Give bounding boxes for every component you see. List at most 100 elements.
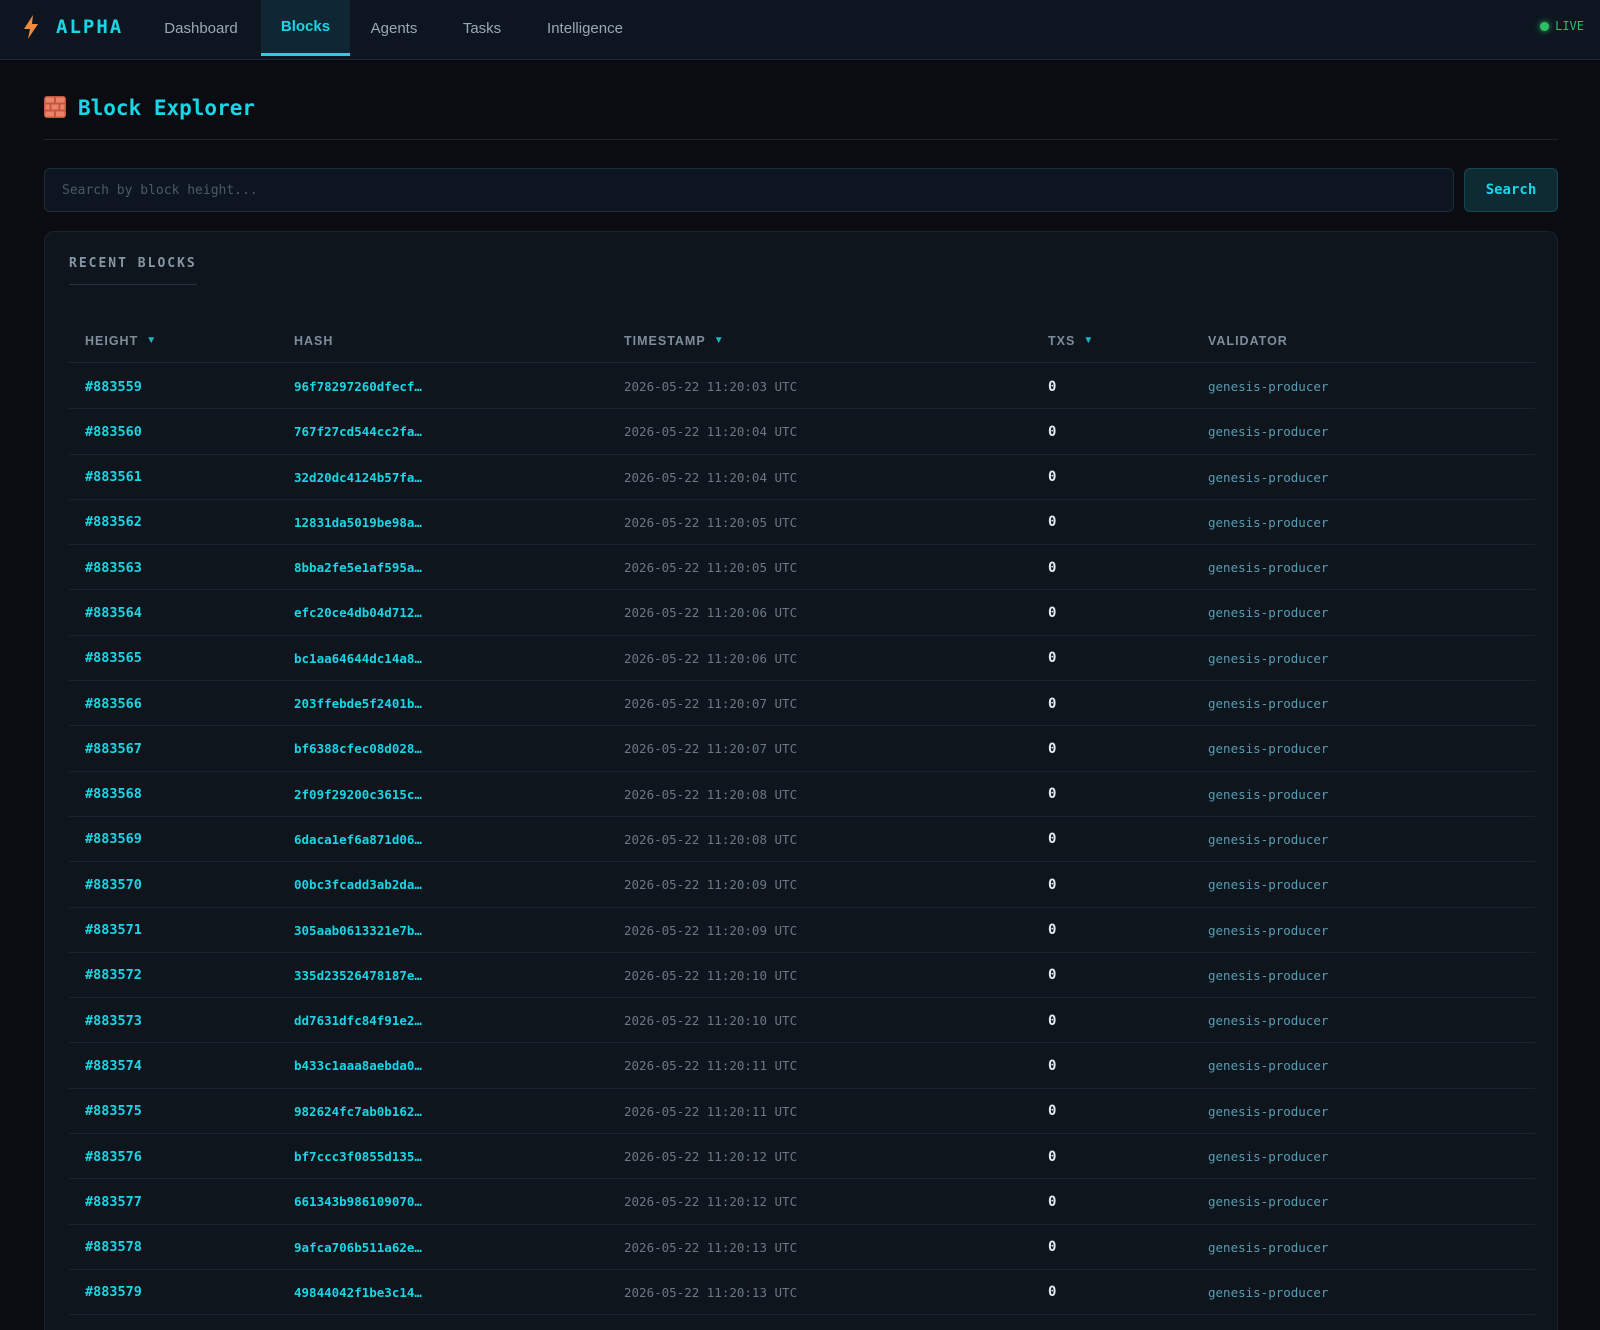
tab-intelligence[interactable]: Intelligence — [528, 0, 642, 56]
block-height-link[interactable]: #883560 — [85, 409, 142, 454]
block-validator: genesis-producer — [1208, 1058, 1329, 1074]
table-row[interactable]: #883562 12831da5019be98a… 2026-05-22 11:20… — [69, 500, 1535, 546]
block-tx-count: 0 — [1048, 1103, 1057, 1120]
block-hash-link[interactable]: 2f09f29200c3615c… — [294, 772, 422, 817]
brand[interactable]: ALPHA — [22, 0, 123, 54]
block-height-link[interactable]: #883579 — [85, 1270, 142, 1315]
column-header-height[interactable]: HEIGHT ▼ — [85, 318, 157, 363]
block-hash-link[interactable]: 49844042f1be3c14… — [294, 1270, 422, 1315]
block-timestamp: 2026-05-22 11:20:12 UTC — [624, 1149, 798, 1165]
table-row[interactable]: #883578 9afca706b511a62e… 2026-05-22 11:20… — [69, 1225, 1535, 1270]
block-hash-link[interactable]: 6daca1ef6a871d06… — [294, 817, 422, 862]
table-row[interactable]: #883577 661343b986109070… 2026-05-22 11:20… — [69, 1179, 1535, 1225]
block-hash-link[interactable]: bf6388cfec08d028… — [294, 726, 422, 771]
block-timestamp: 2026-05-22 11:20:06 UTC — [624, 650, 798, 666]
block-hash-link[interactable]: b433c1aaa8aebda0… — [294, 1043, 422, 1088]
table-row[interactable]: #883571 305aab0613321e7b… 2026-05-22 11:20… — [69, 908, 1535, 953]
table-row[interactable]: #883559 96f78297260dfecf… 2026-05-22 11:20… — [69, 364, 1535, 410]
block-height-link[interactable]: #883572 — [85, 953, 142, 998]
block-hash-link[interactable]: 00bc3fcadd3ab2da… — [294, 862, 422, 907]
table-row[interactable]: #883579 49844042f1be3c14… 2026-05-22 11:20… — [69, 1270, 1535, 1316]
block-hash-link[interactable]: 305aab0613321e7b… — [294, 908, 422, 953]
block-height-link[interactable]: #883561 — [85, 455, 142, 500]
table-row[interactable]: #883576 bf7ccc3f0855d135… 2026-05-22 11:20… — [69, 1134, 1535, 1180]
tab-blocks[interactable]: Blocks — [261, 0, 350, 56]
block-timestamp: 2026-05-22 11:20:13 UTC — [624, 1284, 798, 1300]
block-hash-link[interactable]: 767f27cd544cc2fa… — [294, 409, 422, 454]
block-hash-link[interactable]: 8bba2fe5e1af595a… — [294, 545, 422, 590]
block-timestamp: 2026-05-22 11:20:13 UTC — [624, 1239, 798, 1255]
table-row[interactable]: #883564 efc20ce4db04d712… 2026-05-22 11:20… — [69, 590, 1535, 636]
block-timestamp: 2026-05-22 11:20:10 UTC — [624, 967, 798, 983]
table-row[interactable]: #883570 00bc3fcadd3ab2da… 2026-05-22 11:20… — [69, 862, 1535, 908]
block-height-link[interactable]: #883564 — [85, 590, 142, 635]
block-tx-count: 0 — [1048, 469, 1057, 486]
table-row[interactable]: #883572 335d23526478187e… 2026-05-22 11:20… — [69, 953, 1535, 999]
block-hash-link[interactable]: 12831da5019be98a… — [294, 500, 422, 545]
table-row[interactable]: #883566 203ffebde5f2401b… 2026-05-22 11:20… — [69, 681, 1535, 727]
block-height-link[interactable]: #883559 — [85, 364, 142, 409]
block-height-link[interactable]: #883563 — [85, 545, 142, 590]
tab-dashboard[interactable]: Dashboard — [146, 0, 256, 56]
block-tx-count: 0 — [1048, 831, 1057, 848]
block-height-link[interactable]: #883574 — [85, 1043, 142, 1088]
block-height-link[interactable]: #883577 — [85, 1179, 142, 1224]
block-timestamp: 2026-05-22 11:20:06 UTC — [624, 605, 798, 621]
block-height-link[interactable]: #883573 — [85, 998, 142, 1043]
block-height-link[interactable]: #883570 — [85, 862, 142, 907]
block-height-link[interactable]: #883562 — [85, 500, 142, 545]
table-row[interactable]: #883565 bc1aa64644dc14a8… 2026-05-22 11:20… — [69, 636, 1535, 682]
block-hash-link[interactable]: 982624fc7ab0b162… — [294, 1089, 422, 1134]
column-header-txs[interactable]: TXS ▼ — [1048, 318, 1094, 363]
sort-down-icon: ▼ — [1083, 335, 1095, 346]
block-validator: genesis-producer — [1208, 1013, 1329, 1029]
table-row[interactable]: #883568 2f09f29200c3615c… 2026-05-22 11:20… — [69, 772, 1535, 817]
table-row[interactable]: #883563 8bba2fe5e1af595a… 2026-05-22 11:20… — [69, 545, 1535, 591]
block-height-link[interactable]: #883575 — [85, 1089, 142, 1134]
block-tx-count: 0 — [1048, 1012, 1057, 1029]
table-row[interactable]: #883573 dd7631dfc84f91e2… 2026-05-22 11:20… — [69, 998, 1535, 1044]
search-input[interactable] — [44, 168, 1454, 212]
search-button[interactable]: Search — [1464, 168, 1558, 212]
block-validator: genesis-producer — [1208, 1239, 1329, 1255]
block-hash-link[interactable]: 203ffebde5f2401b… — [294, 681, 422, 726]
block-hash-link[interactable]: bf7ccc3f0855d135… — [294, 1134, 422, 1179]
tab-agents[interactable]: Agents — [354, 0, 434, 56]
tab-tasks[interactable]: Tasks — [444, 0, 520, 56]
column-header-timestamp[interactable]: TIMESTAMP ▼ — [624, 318, 725, 363]
lightning-bolt-icon — [24, 15, 38, 39]
table-row[interactable]: #883575 982624fc7ab0b162… 2026-05-22 11:20… — [69, 1089, 1535, 1135]
block-height-link[interactable]: #883567 — [85, 726, 142, 771]
block-tx-count: 0 — [1048, 967, 1057, 984]
block-hash-link[interactable]: efc20ce4db04d712… — [294, 590, 422, 635]
block-hash-link[interactable]: dd7631dfc84f91e2… — [294, 998, 422, 1043]
block-tx-count: 0 — [1048, 559, 1057, 576]
block-height-link[interactable]: #883565 — [85, 636, 142, 681]
block-hash-link[interactable]: 661343b986109070… — [294, 1179, 422, 1224]
block-hash-link[interactable]: 32d20dc4124b57fa… — [294, 455, 422, 500]
live-label: LIVE — [1555, 19, 1584, 33]
block-timestamp: 2026-05-22 11:20:12 UTC — [624, 1194, 798, 1210]
block-hash-link[interactable]: 335d23526478187e… — [294, 953, 422, 998]
block-hash-link[interactable]: bc1aa64644dc14a8… — [294, 636, 422, 681]
table-row[interactable]: #883567 bf6388cfec08d028… 2026-05-22 11:20… — [69, 726, 1535, 772]
block-timestamp: 2026-05-22 11:20:10 UTC — [624, 1013, 798, 1029]
block-validator: genesis-producer — [1208, 967, 1329, 983]
block-height-link[interactable]: #883568 — [85, 772, 142, 817]
block-hash-link[interactable]: 96f78297260dfecf… — [294, 364, 422, 409]
table-row[interactable]: #883560 767f27cd544cc2fa… 2026-05-22 11:20… — [69, 409, 1535, 455]
block-height-link[interactable]: #883569 — [85, 817, 142, 862]
block-timestamp: 2026-05-22 11:20:05 UTC — [624, 514, 798, 530]
block-timestamp: 2026-05-22 11:20:04 UTC — [624, 469, 798, 485]
table-row[interactable]: #883574 b433c1aaa8aebda0… 2026-05-22 11:20… — [69, 1043, 1535, 1089]
table-row[interactable]: #883561 32d20dc4124b57fa… 2026-05-22 11:20… — [69, 455, 1535, 500]
block-height-link[interactable]: #883566 — [85, 681, 142, 726]
block-timestamp: 2026-05-22 11:20:07 UTC — [624, 696, 798, 712]
brand-name: ALPHA — [56, 16, 124, 38]
table-row[interactable]: #883569 6daca1ef6a871d06… 2026-05-22 11:20… — [69, 817, 1535, 863]
block-height-link[interactable]: #883576 — [85, 1134, 142, 1179]
block-height-link[interactable]: #883571 — [85, 908, 142, 953]
block-height-link[interactable]: #883578 — [85, 1225, 142, 1270]
block-tx-count: 0 — [1048, 1148, 1057, 1165]
block-hash-link[interactable]: 9afca706b511a62e… — [294, 1225, 422, 1270]
